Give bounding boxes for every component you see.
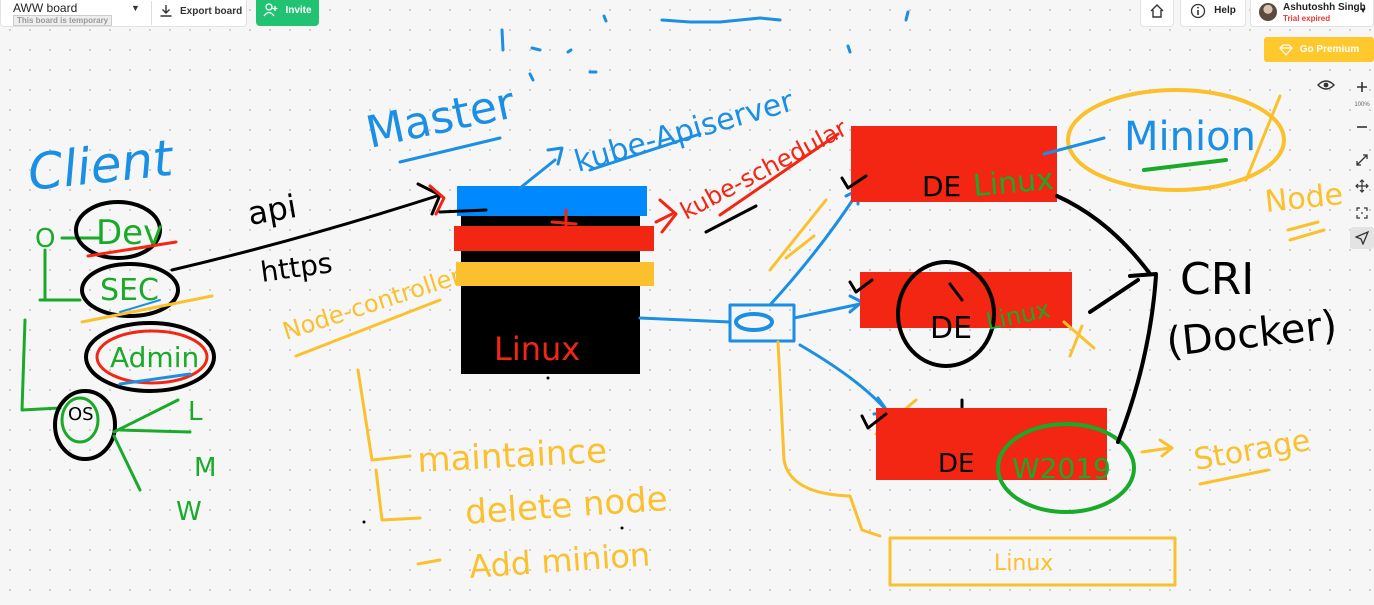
delete-node-label: delete node [464,479,669,533]
go-premium-label: Go Premium [1299,44,1360,55]
os-label: OS [68,404,94,425]
stray-marks-top [500,10,910,82]
export-board-label: Export board [180,5,243,17]
nodes-section: DE Linux DE Linux DE W2019 Minion Node C… [840,88,1345,587]
master-label: Master [362,77,520,158]
minion-underline [1142,158,1228,172]
admin-label: Admin [110,341,199,374]
node-label: Node [1263,177,1345,220]
expand-icon[interactable] [1350,149,1374,171]
cri-label: CRI [1180,254,1254,305]
add-minion-label: Add minion [468,535,651,586]
storage-label: Storage [1191,423,1313,478]
move-icon[interactable] [1350,175,1374,197]
docker-label: (Docker) [1164,302,1339,366]
home-button[interactable] [1140,0,1174,27]
os-circle [53,389,117,461]
hub-scribble [734,312,774,332]
node-top-os: Linux [972,162,1056,204]
client-section: Client O Dev SEC Admin OS L M W [20,129,216,527]
board-temporary-badge: This board is temporary [13,15,113,26]
master-bar-yellow [456,262,654,286]
user-menu[interactable]: Ashutoshh Singh Trial expired ▼ [1250,0,1374,27]
master-os-label: Linux [494,330,580,368]
client-tree-line [20,248,82,412]
node-bottom-de: DE [938,449,974,479]
zoom-in-icon[interactable] [1350,76,1374,98]
board-menu-caret-icon[interactable]: ▼ [131,3,140,13]
master-to-hub-line [638,316,732,324]
hub-to-bottom-node [798,343,890,416]
client-label: Client [25,129,177,202]
export-board-button[interactable]: Export board [159,0,245,22]
minion-label: Minion [1124,114,1256,160]
connector-section [638,188,918,538]
user-menu-caret-icon: ▼ [1359,6,1367,15]
board-panel-divider [151,1,152,25]
hub-to-top-node [768,188,860,307]
board-panel: AWW board This board is temporary ▼ Expo… [0,0,247,27]
os-option-w: W [176,497,202,527]
help-label: Help [1214,5,1236,16]
storage-arrow [1140,438,1174,458]
zoom-out-icon[interactable] [1350,116,1374,138]
bullet-o: O [35,224,55,254]
yellow-bracket [776,340,882,538]
board-name[interactable]: AWW board [13,1,77,15]
hub-to-mid-node [792,294,864,320]
os-option-m: M [194,453,216,483]
trial-status: Trial expired [1283,14,1331,23]
node-top-de: DE [922,170,961,203]
add-user-icon [263,3,278,17]
pointer-icon[interactable] [1350,227,1374,249]
maintainace-label: maintaince [416,431,608,481]
help-button[interactable]: Help [1180,0,1246,27]
hub-box [728,303,796,343]
os-option-l: L [188,397,203,427]
info-icon [1191,3,1206,18]
node-mid-yellow-x [1062,320,1096,358]
zoom-level: 100% [1354,102,1370,108]
download-icon [160,5,172,17]
whiteboard-canvas[interactable]: Client O Dev SEC Admin OS L M W api http… [0,0,1374,605]
os-branches [112,398,192,492]
master-black-stroke [438,208,488,214]
https-label: https [258,246,334,289]
avatar [1259,3,1277,21]
invite-button[interactable]: Invite [256,0,319,26]
user-name: Ashutoshh Singh [1283,2,1366,13]
master-bar-red [454,226,654,251]
api-label: api [245,187,300,233]
node-bottom-os: W2019 [1012,452,1111,485]
eye-icon[interactable] [1314,74,1338,96]
storage-os-label: Linux [994,551,1053,576]
master-section: Master Linux kube-Apiserver kube-schedul… [279,77,852,586]
diamond-icon [1278,43,1293,56]
home-icon [1150,3,1164,18]
apiserver-arrow [518,146,564,190]
node-underline [1286,220,1326,242]
node-mid-de: DE [930,311,972,346]
fit-icon[interactable] [1350,202,1374,224]
scheduler-arrow [654,198,678,234]
invite-label: Invite [285,4,312,16]
go-premium-button[interactable]: Go Premium [1264,37,1374,62]
